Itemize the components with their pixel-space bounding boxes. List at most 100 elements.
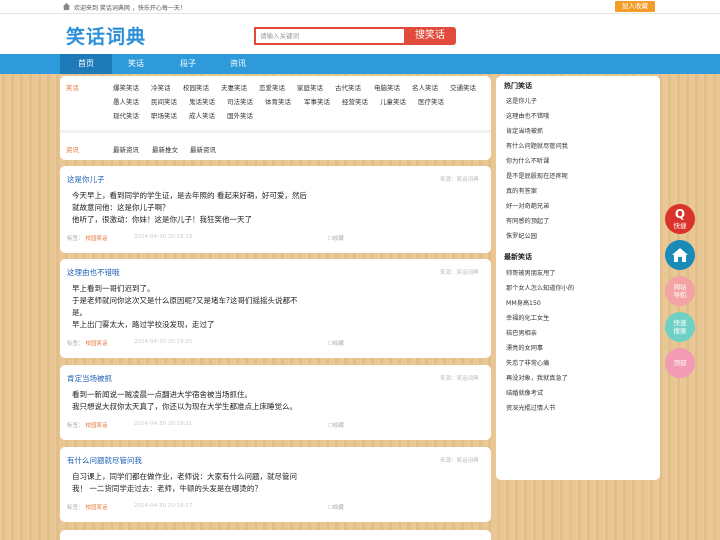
category-link[interactable]: 愚人笑话 — [113, 96, 139, 106]
category-link[interactable]: 体育笑话 — [265, 96, 291, 106]
favorite-button[interactable]: ☐收藏 — [328, 339, 344, 347]
category-link[interactable]: 职场笑话 — [151, 110, 177, 120]
hot-joke-link[interactable]: 好一对奇葩兄弟 — [506, 201, 549, 210]
quick-search-button[interactable]: 快速 搜索 — [665, 312, 695, 342]
nav-jokes[interactable]: 笑话 — [110, 54, 162, 74]
category-link[interactable]: 成人笑话 — [189, 110, 215, 120]
category-link[interactable]: 电脑笑话 — [374, 82, 400, 92]
joke-card: 这理由也不错哦 来源：笑话词典 早上看到一哥们迟到了。 于是老师就问你这次又是什… — [60, 259, 491, 358]
category-link[interactable]: 家庭笑话 — [297, 82, 323, 92]
quick-search-label: 搜索 — [673, 327, 687, 335]
hot-joke-link[interactable]: 肯定当场被抓 — [506, 126, 543, 135]
news-link[interactable]: 最新推文 — [152, 144, 178, 154]
nav-duanzi[interactable]: 段子 — [162, 54, 214, 74]
hot-joke-link[interactable]: 这是你儿子 — [506, 96, 537, 105]
new-joke-link[interactable]: 失恋了非常心痛 — [506, 358, 549, 367]
category-link[interactable]: 现代笑话 — [113, 110, 139, 120]
joke-source: 来源：笑话词典 — [440, 270, 479, 276]
category-link[interactable]: 交通笑话 — [450, 82, 476, 92]
joke-line: 我只想说大叔你太天真了，你还以为现在大学生都准点上床睡觉么。 — [72, 402, 297, 411]
search-input[interactable]: 请输入关键词 — [254, 27, 404, 45]
joke-line: 早上出门雾太大，路过学校没发现，走过了 — [72, 320, 215, 329]
tag-link[interactable]: 校园笑话 — [86, 505, 108, 511]
hot-joke-link[interactable]: 有同感的顶起了 — [506, 216, 549, 225]
category-link[interactable]: 民间笑话 — [151, 96, 177, 106]
favorite-button[interactable]: ☐收藏 — [328, 503, 344, 511]
site-nav-label: 导航 — [673, 291, 687, 299]
site-logo[interactable]: 笑话词典 — [66, 22, 146, 49]
joke-title[interactable]: 这是你儿子 — [67, 174, 105, 185]
joke-body: 今天早上，看到同学的学生证，是去年照的 看起来好萌，好可爱，然后 就故意问他：这… — [72, 190, 332, 226]
joke-body: 自习课上，同学们都在做作业，老师说：大家有什么问题，就尽管问 我！ 一二货同学走… — [72, 471, 332, 495]
hot-joke-link[interactable]: 有什么问题就尽管问我 — [506, 141, 568, 150]
new-joke-link[interactable]: 漂亮的女同事 — [506, 343, 543, 352]
category-link[interactable]: 校园笑话 — [183, 82, 209, 92]
category-link[interactable]: 恋爱笑话 — [259, 82, 285, 92]
category-link[interactable]: 经营笑话 — [342, 96, 368, 106]
nav-home[interactable]: 首页 — [60, 54, 112, 74]
joke-time: 2024-04-30 20:19:17 — [134, 503, 193, 509]
category-link[interactable]: 冷笑话 — [151, 82, 171, 92]
favorite-button[interactable]: ☐收藏 — [328, 234, 344, 242]
new-jokes-head: 最新笑话 — [504, 253, 532, 261]
tag-link[interactable]: 校园笑话 — [86, 341, 108, 347]
category-link[interactable]: 军事笑话 — [304, 96, 330, 106]
category-link[interactable]: 国外笑话 — [227, 110, 253, 120]
joke-category-head: 笑话 — [66, 84, 79, 92]
new-joke-link[interactable]: 那个女人怎么知道你小的 — [506, 283, 574, 292]
sidebar: 热门笑话 这是你儿子 这理由也不错哦 肯定当场被抓 有什么问题就尽管问我 你为什… — [496, 76, 660, 480]
joke-card-partial — [60, 530, 491, 540]
news-link[interactable]: 最新资讯 — [190, 144, 216, 154]
top-bar: 欢迎来到 笑话词典网 ，快乐开心每一天！ 加入收藏 — [0, 0, 720, 14]
category-link[interactable]: 医疗笑话 — [418, 96, 444, 106]
joke-title[interactable]: 有什么问题就尽管问我 — [67, 455, 142, 466]
back-to-top-button[interactable]: 顶部 — [665, 348, 695, 378]
category-link[interactable]: 名人笑话 — [412, 82, 438, 92]
search-button[interactable]: 搜笑话 — [404, 27, 456, 45]
news-link[interactable]: 最新资讯 — [113, 144, 139, 154]
joke-line: 自习课上，同学们都在做作业，老师说：大家有什么问题，就尽管问 — [72, 472, 297, 481]
add-favorite-button[interactable]: 加入收藏 — [615, 1, 655, 12]
favorite-button[interactable]: ☐收藏 — [328, 421, 344, 429]
joke-body: 早上看到一哥们迟到了。 于是老师就问你这次又是什么原因呢?又是堵车?这哥们摇摇头… — [72, 283, 332, 331]
qq-quick-button[interactable]: Q 快捷 — [665, 204, 695, 234]
new-joke-link[interactable]: 桔巴男相亲 — [506, 328, 537, 337]
header: 笑话词典 请输入关键词 搜笑话 — [0, 14, 720, 54]
tag-label: 标签： — [67, 341, 84, 347]
hot-joke-link[interactable]: 真的有答案 — [506, 186, 537, 195]
new-joke-link[interactable]: 幸福的化工女生 — [506, 313, 549, 322]
joke-line: 看到一新闻说一贼凌晨一点翻进大学宿舍被当场抓住。 — [72, 390, 252, 399]
new-joke-link[interactable]: 再没对象，我就真急了 — [506, 373, 568, 382]
news-category-head: 资讯 — [66, 146, 79, 154]
joke-title[interactable]: 这理由也不错哦 — [67, 267, 120, 278]
new-joke-link[interactable]: 帅哥被男朋友甩了 — [506, 268, 556, 277]
joke-line: 于是老师就问你这次又是什么原因呢?又是堵车?这哥们摇摇头说都不 — [72, 296, 298, 305]
joke-line: 他听了，很激动：你妹！这是你儿子！我狂笑他一天了 — [72, 215, 252, 224]
category-divider — [60, 130, 491, 133]
category-link[interactable]: 夫妻笑话 — [221, 82, 247, 92]
category-link[interactable]: 古代笑话 — [335, 82, 361, 92]
hot-joke-link[interactable]: 你为什么不听课 — [506, 156, 549, 165]
hot-joke-link[interactable]: 是不是屁股现在还疼呢 — [506, 171, 568, 180]
tag-link[interactable]: 校园笑话 — [86, 236, 108, 242]
hot-joke-link[interactable]: 侏罗纪公园 — [506, 231, 537, 240]
new-joke-link[interactable]: 结婚就像考试 — [506, 388, 543, 397]
home-icon[interactable] — [62, 2, 71, 11]
home-float-button[interactable] — [665, 240, 695, 270]
category-link[interactable]: 爆笑笑话 — [113, 82, 139, 92]
category-link[interactable]: 鬼话笑话 — [189, 96, 215, 106]
nav-news[interactable]: 资讯 — [212, 54, 264, 74]
new-joke-link[interactable]: 资深光棍过情人节 — [506, 403, 556, 412]
joke-title[interactable]: 肯定当场被抓 — [67, 373, 112, 384]
joke-tags: 标签： 校园笑话 — [67, 503, 108, 511]
joke-card: 肯定当场被抓 来源：笑话词典 看到一新闻说一贼凌晨一点翻进大学宿舍被当场抓住。 … — [60, 365, 491, 440]
new-joke-link[interactable]: MM身高150 — [506, 298, 541, 307]
hot-joke-link[interactable]: 这理由也不错哦 — [506, 111, 549, 120]
site-nav-button[interactable]: 网站 导航 — [665, 276, 695, 306]
category-link[interactable]: 司法笑话 — [227, 96, 253, 106]
qq-icon: Q — [674, 207, 686, 221]
tag-label: 标签： — [67, 236, 84, 242]
tag-link[interactable]: 校园笑话 — [86, 423, 108, 429]
joke-line: 今天早上，看到同学的学生证，是去年照的 看起来好萌，好可爱，然后 — [72, 191, 307, 200]
category-link[interactable]: 儿童笑话 — [380, 96, 406, 106]
